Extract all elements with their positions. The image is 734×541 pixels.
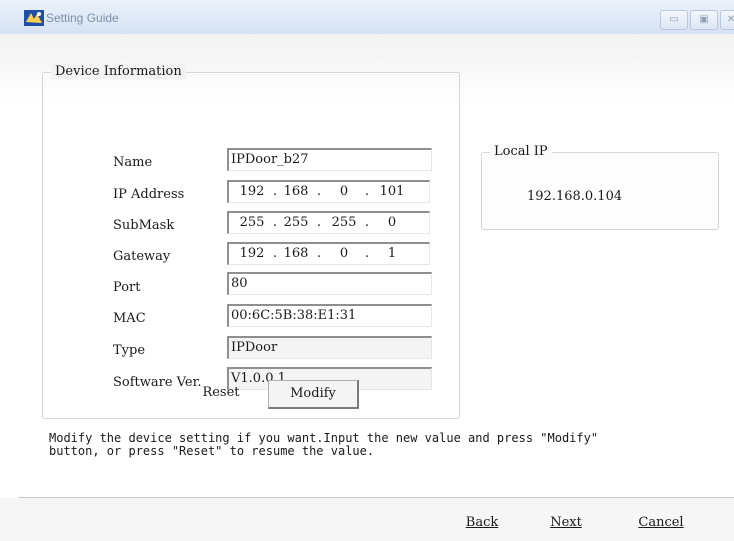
mac-label: MAC [113,311,146,326]
gateway-field[interactable]: 192 . 168 . 0 . 1 [227,242,430,265]
local-ip-value: 192.168.0.104 [527,189,623,204]
reset-button[interactable]: Reset [189,380,253,406]
ip-dot: . [272,246,278,261]
ip-dot: . [316,184,322,199]
ip-dot: . [316,246,322,261]
mac-field[interactable]: 00:6C:5B:38:E1:31 [227,304,432,327]
help-text: Modify the device setting if you want.In… [49,431,599,458]
close-button[interactable]: ✕ [720,10,734,30]
modify-button[interactable]: Modify [268,380,359,409]
gateway-octet-3[interactable]: 0 [329,244,359,264]
gateway-octet-4[interactable]: 1 [377,244,407,264]
next-button[interactable]: Next [534,510,598,536]
type-label: Type [113,343,146,358]
cancel-button[interactable]: Cancel [625,510,697,536]
device-information-legend: Device Information [51,64,186,79]
ip-dot: . [272,184,278,199]
device-information-group: Device Information Name IPDoor_b27 IP Ad… [42,64,460,419]
minimize-button[interactable]: ▭ [660,10,688,30]
port-label: Port [113,280,141,295]
submask-field[interactable]: 255 . 255 . 255 . 0 [227,211,430,234]
ip-address-label: IP Address [113,187,185,202]
gateway-label: Gateway [113,249,171,264]
ip-octet-4[interactable]: 101 [377,182,407,202]
maximize-button[interactable]: ▣ [690,10,718,30]
ip-dot: . [272,215,278,230]
window-body: Device Information Name IPDoor_b27 IP Ad… [0,34,734,541]
ip-dot: . [364,246,370,261]
ip-octet-3[interactable]: 0 [329,182,359,202]
back-button[interactable]: Back [450,510,514,536]
navigation-bar: Back Next Cancel [0,498,734,541]
submask-octet-3[interactable]: 255 [329,213,359,233]
submask-octet-2[interactable]: 255 [281,213,311,233]
window-title: Setting Guide [46,11,119,25]
port-field[interactable]: 80 [227,272,432,295]
gateway-octet-1[interactable]: 192 [237,244,267,264]
name-field[interactable]: IPDoor_b27 [227,148,432,171]
ip-dot: . [364,215,370,230]
gateway-octet-2[interactable]: 168 [281,244,311,264]
ip-octet-2[interactable]: 168 [281,182,311,202]
ip-dot: . [364,184,370,199]
submask-octet-1[interactable]: 255 [237,213,267,233]
ip-dot: . [316,215,322,230]
type-field: IPDoor [227,336,432,359]
ip-octet-1[interactable]: 192 [237,182,267,202]
local-ip-legend: Local IP [490,144,552,159]
submask-label: SubMask [113,218,175,233]
submask-octet-4[interactable]: 0 [377,213,407,233]
name-label: Name [113,155,153,170]
title-bar[interactable]: Setting Guide ▭ ▣ ✕ [0,0,734,35]
ip-address-field[interactable]: 192 . 168 . 0 . 101 [227,180,430,203]
local-ip-group: Local IP 192.168.0.104 [481,144,719,230]
app-icon [24,10,44,26]
